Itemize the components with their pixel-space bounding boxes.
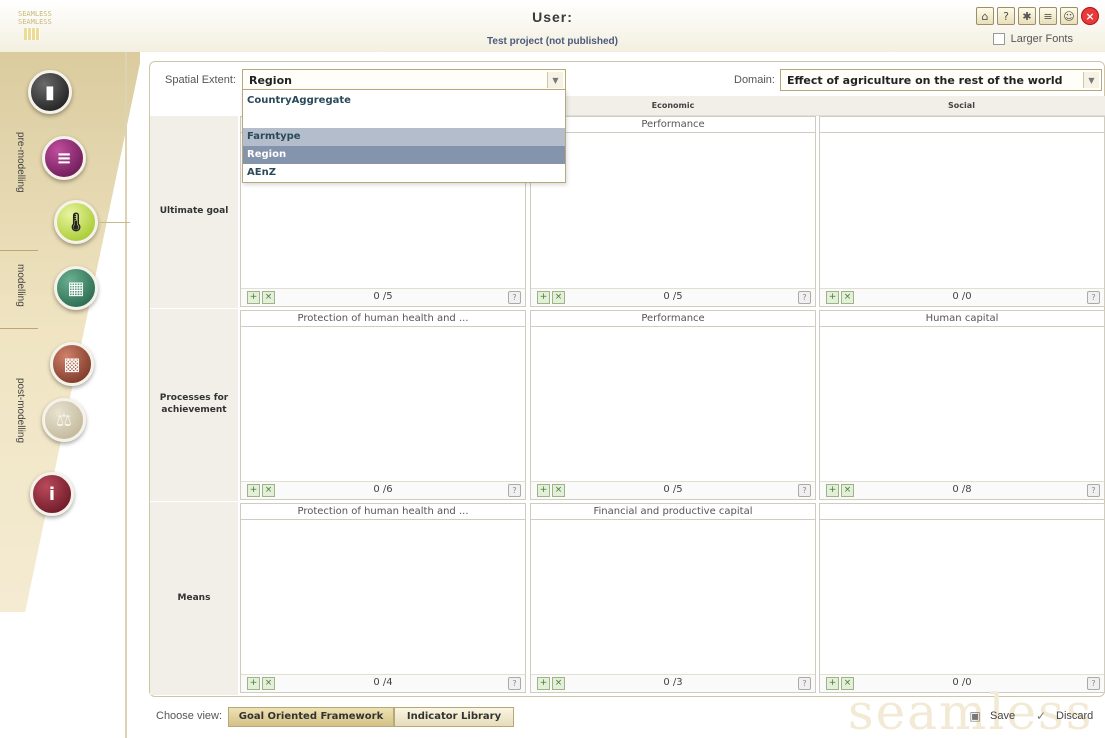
dropdown-option-region[interactable]: Region [243,146,565,164]
help-icon[interactable]: ? [1087,291,1100,304]
cell-footer: + × 0 /0 ? [820,288,1104,306]
row-label-means: Means [150,502,238,695]
discard-label: Discard [1056,710,1094,722]
cell-count: 0 /4 [373,677,393,688]
close-icon[interactable]: × [1081,7,1099,25]
dropdown-option-blank[interactable] [243,110,565,128]
save-label: Save [990,710,1016,722]
cell-count: 0 /5 [663,484,683,495]
spatial-extent-dropdown-list: CountryAggregate Farmtype Region AEnZ [242,89,566,183]
save-button[interactable]: ▣ Save [968,709,1015,723]
larger-fonts-toggle[interactable]: Larger Fonts [992,33,1073,45]
cell-footer: + × 0 /4 ? [241,674,525,692]
dropdown-option-aenz[interactable]: AEnZ [243,164,565,182]
domain-select[interactable]: Effect of agriculture on the rest of the… [780,69,1102,91]
cell-title: Performance [531,311,815,327]
indicator-library-button[interactable]: Indicator Library [394,707,514,727]
users-icon[interactable]: ☺ [1060,7,1078,25]
cell-title: Protection of human health and ... [241,311,525,327]
sidebar-divider [125,52,127,738]
cell-count: 0 /3 [663,677,683,688]
indicator-cell[interactable]: + × 0 /0 ? [819,503,1105,693]
home-icon[interactable]: ⌂ [976,7,994,25]
info-icon[interactable]: i [30,472,74,516]
top-toolbar: ⌂ ? ✱ ≡ ☺ × [976,7,1099,25]
section-label-modelling[interactable]: modelling [15,264,26,307]
cell-footer: + × 0 /5 ? [531,288,815,306]
cell-footer: + × 0 /8 ? [820,481,1104,499]
help-icon[interactable]: ? [997,7,1015,25]
column-header-economic: Economic [528,96,818,116]
indicator-cell[interactable]: + × 0 /0 ? [819,116,1105,307]
sidebar: pre-modelling modelling post-modelling ▮… [0,52,140,738]
indicator-cell[interactable]: Performance + × 0 /5 ? [530,116,816,307]
cell-title: Performance [531,117,815,133]
indicator-cell[interactable]: Protection of human health and ... + × 0… [240,310,526,500]
help-icon[interactable]: ? [508,291,521,304]
column-header-social: Social [818,96,1105,116]
discard-button[interactable]: ✓ Discard [1034,709,1093,723]
bug-icon[interactable]: ✱ [1018,7,1036,25]
row-label-processes: Processes for achievement [150,309,238,501]
choose-view-label: Choose view: [156,710,223,722]
user-label: User: [532,9,573,25]
books-icon[interactable]: ≡ [42,136,86,180]
save-icon: ▣ [969,709,981,723]
help-icon[interactable]: ? [798,484,811,497]
cell-count: 0 /5 [373,291,393,302]
app-header: SEAMLESS SEAMLESS User: Test project (no… [0,0,1105,52]
sidebar-active-marker [100,222,130,223]
cell-count: 0 /8 [952,484,972,495]
cell-count: 0 /0 [952,291,972,302]
chevron-down-icon[interactable]: ▼ [1083,72,1099,88]
chart-icon[interactable]: ▩ [50,342,94,386]
help-icon[interactable]: ? [1087,484,1100,497]
domain-label: Domain: [734,74,775,86]
project-label: Test project (not published) [487,36,618,47]
help-icon[interactable]: ? [508,677,521,690]
scales-icon[interactable]: ⚖ [42,398,86,442]
cell-footer: + × 0 /5 ? [241,288,525,306]
cell-footer: + × 0 /6 ? [241,481,525,499]
cell-count: 0 /6 [373,484,393,495]
list-icon[interactable]: ≡ [1039,7,1057,25]
indicator-cell[interactable]: Performance + × 0 /5 ? [530,310,816,500]
cell-footer: + × 0 /5 ? [531,481,815,499]
chevron-down-icon[interactable]: ▼ [547,72,563,88]
section-separator [0,328,38,329]
help-icon[interactable]: ? [798,677,811,690]
indicator-cell[interactable]: Financial and productive capital + × 0 /… [530,503,816,693]
domain-value: Effect of agriculture on the rest of the… [787,73,1063,87]
cell-footer: + × 0 /3 ? [531,674,815,692]
thermometer-icon[interactable]: 🌡 [54,200,98,244]
help-icon[interactable]: ? [508,484,521,497]
dropdown-option-countryaggregate[interactable]: CountryAggregate [243,92,565,110]
spatial-extent-label: Spatial Extent: [165,74,236,86]
help-icon[interactable]: ? [798,291,811,304]
row-label-ultimate-goal: Ultimate goal [150,116,238,308]
discard-icon: ✓ [1035,709,1047,723]
section-separator [0,250,38,251]
calculator-icon[interactable]: ▦ [54,266,98,310]
clipboard-icon[interactable]: ▮ [28,70,72,114]
goal-oriented-framework-button[interactable]: Goal Oriented Framework [228,707,394,727]
larger-fonts-label: Larger Fonts [1010,33,1073,45]
section-label-post-modelling[interactable]: post-modelling [15,378,26,443]
cell-count: 0 /5 [663,291,683,302]
cell-title [820,117,1104,133]
dropdown-option-farmtype[interactable]: Farmtype [243,128,565,146]
indicator-cell[interactable]: Protection of human health and ... + × 0… [240,503,526,693]
cell-title: Financial and productive capital [531,504,815,520]
section-label-pre-modelling[interactable]: pre-modelling [15,132,26,193]
indicator-cell[interactable]: Human capital + × 0 /8 ? [819,310,1105,500]
cell-title: Protection of human health and ... [241,504,525,520]
cell-title [820,504,1104,520]
spatial-extent-value: Region [249,73,292,87]
spatial-extent-select[interactable]: Region ▼ [242,69,566,91]
cell-title: Human capital [820,311,1104,327]
larger-fonts-checkbox[interactable] [992,33,1005,45]
